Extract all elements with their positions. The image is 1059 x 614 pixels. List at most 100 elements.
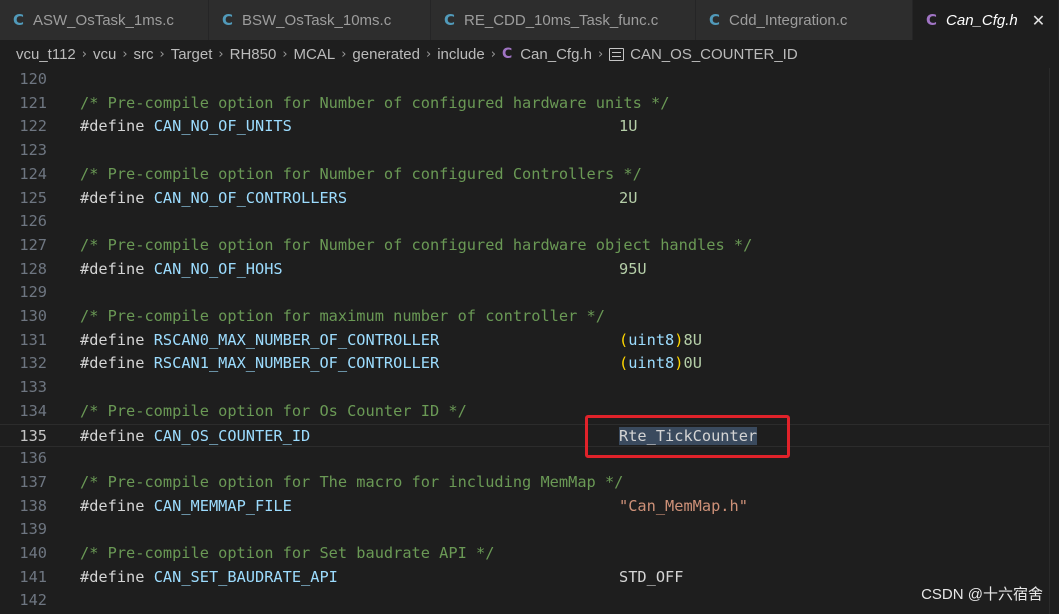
macro-name: CAN_NO_OF_HOHS	[153, 259, 283, 278]
code-line[interactable]: 121 /* Pre-compile option for Number of c…	[0, 92, 1059, 116]
define-directive: #define CAN_SET_BAUDRATE_API	[80, 566, 338, 590]
code-line[interactable]: 128 #define CAN_NO_OF_HOHS 95U	[0, 258, 1059, 282]
define-keyword: #define	[80, 354, 154, 373]
code-line[interactable]: 122 #define CAN_NO_OF_UNITS 1U	[0, 115, 1059, 139]
tab-label: BSW_OsTask_10ms.c	[242, 11, 392, 29]
breadcrumb: vcu_t112 › vcu › src › Target › RH850 › MCAL › gener…	[0, 40, 1059, 68]
line-number: 127	[19, 235, 47, 254]
define-keyword: #define	[80, 426, 154, 445]
red-highlight-box	[585, 415, 790, 458]
define-keyword: #define	[80, 330, 154, 349]
line-number: 132	[19, 354, 47, 373]
chevron-right-icon: ›	[159, 46, 165, 62]
code-line[interactable]: 129	[0, 281, 1059, 305]
breadcrumb-item-src[interactable]: src	[134, 46, 154, 63]
code-line[interactable]: 130 /* Pre-compile option for maximum num…	[0, 305, 1059, 329]
c-file-icon: C	[501, 46, 513, 62]
chevron-right-icon: ›	[341, 46, 347, 62]
line-number: 122	[19, 117, 47, 136]
line-number: 138	[19, 496, 47, 515]
paren-close: )	[674, 330, 684, 349]
code-line[interactable]: 134 /* Pre-compile option for Os Counter …	[0, 400, 1059, 424]
define-directive: #define RSCAN1_MAX_NUMBER_OF_CONTROLLER	[80, 352, 439, 376]
macro-value: (uint8)0U	[619, 352, 702, 376]
paren-open: (	[619, 330, 629, 349]
code-line[interactable]: 137 /* Pre-compile option for The macro f…	[0, 471, 1059, 495]
macro-name: CAN_NO_OF_CONTROLLERS	[153, 188, 348, 207]
code-line[interactable]: 132 #define RSCAN1_MAX_NUMBER_OF_CONTROLL…	[0, 352, 1059, 376]
chevron-right-icon: ›	[81, 46, 87, 62]
code-line[interactable]: 123	[0, 139, 1059, 163]
tab-cdd-integration-c[interactable]: C Cdd_Integration.c	[696, 0, 913, 40]
line-number: 142	[19, 591, 47, 610]
breadcrumb-item-mcal[interactable]: MCAL	[294, 46, 336, 63]
breadcrumb-item-vcu-t112[interactable]: vcu_t112	[16, 46, 76, 63]
code-line[interactable]: 124 /* Pre-compile option for Number of c…	[0, 163, 1059, 187]
tab-re-cdd-10ms-task-func-c[interactable]: C RE_CDD_10ms_Task_func.c	[431, 0, 696, 40]
code-line[interactable]: 135 #define CAN_OS_COUNTER_ID Rte_TickCoun…	[0, 423, 1059, 448]
macro-value: STD_OFF	[619, 566, 683, 590]
breadcrumb-item-symbol[interactable]: CAN_OS_COUNTER_ID	[630, 46, 798, 63]
watermark: CSDN @十六宿舍	[921, 586, 1043, 603]
code-line[interactable]: 142	[0, 589, 1059, 613]
define-directive: #define CAN_NO_OF_UNITS	[80, 115, 292, 139]
symbol-constant-icon	[609, 47, 625, 61]
macro-name: RSCAN0_MAX_NUMBER_OF_CONTROLLER	[153, 330, 440, 349]
chevron-right-icon: ›	[282, 46, 288, 62]
code-line[interactable]: 138 #define CAN_MEMMAP_FILE "Can_MemMap.h"	[0, 495, 1059, 519]
code-line[interactable]: 120	[0, 68, 1059, 92]
tab-label: Can_Cfg.h	[946, 11, 1018, 29]
code-line[interactable]: 127 /* Pre-compile option for Number of c…	[0, 234, 1059, 258]
tab-asw-ostask-1ms-c[interactable]: C ASW_OsTask_1ms.c	[0, 0, 209, 40]
line-number: 128	[19, 259, 47, 278]
macro-value: 1U	[619, 115, 637, 139]
value-text: "Can_MemMap.h"	[619, 496, 748, 515]
breadcrumb-item-target[interactable]: Target	[171, 46, 213, 63]
macro-name: CAN_MEMMAP_FILE	[153, 496, 292, 515]
breadcrumb-item-vcu[interactable]: vcu	[93, 46, 116, 63]
code-comment: /* Pre-compile option for Os Counter ID …	[80, 401, 467, 420]
breadcrumb-item-include[interactable]: include	[437, 46, 485, 63]
chevron-right-icon: ›	[218, 46, 224, 62]
line-number: 126	[19, 212, 47, 231]
define-keyword: #define	[80, 188, 154, 207]
number-literal: 0U	[683, 354, 702, 373]
code-line[interactable]: 140 /* Pre-compile option for Set baudrat…	[0, 542, 1059, 566]
define-directive: #define CAN_NO_OF_HOHS	[80, 258, 283, 282]
code-line[interactable]: 125 #define CAN_NO_OF_CONTROLLERS 2U	[0, 187, 1059, 211]
close-icon[interactable]: ✕	[1032, 11, 1045, 30]
macro-name: CAN_SET_BAUDRATE_API	[153, 567, 338, 586]
value-text: 95U	[619, 259, 647, 278]
code-comment: /* Pre-compile option for The macro for …	[80, 472, 624, 491]
line-number: 140	[19, 544, 47, 562]
code-comment: /* Pre-compile option for Number of conf…	[80, 164, 642, 183]
vertical-scrollbar[interactable]	[1049, 68, 1059, 614]
line-number: 120	[19, 70, 47, 88]
line-number: 121	[19, 93, 47, 112]
tab-bsw-ostask-10ms-c[interactable]: C BSW_OsTask_10ms.c	[209, 0, 431, 40]
code-editor[interactable]: 120 121 /* Pre-compile option for Number o…	[0, 68, 1059, 614]
code-line[interactable]: 141 #define CAN_SET_BAUDRATE_API STD_OFF	[0, 566, 1059, 590]
code-line[interactable]: 136	[0, 447, 1059, 471]
line-number: 135	[19, 426, 47, 445]
value-text: STD_OFF	[619, 567, 684, 586]
line-number: 133	[19, 378, 47, 397]
cast-type: uint8	[628, 330, 675, 349]
breadcrumb-item-file[interactable]: Can_Cfg.h	[520, 46, 592, 63]
paren-open: (	[619, 354, 629, 373]
line-number: 130	[19, 307, 47, 325]
code-line[interactable]: 133	[0, 376, 1059, 400]
tab-label: Cdd_Integration.c	[729, 11, 848, 29]
code-line[interactable]: 139	[0, 518, 1059, 542]
breadcrumb-item-rh850[interactable]: RH850	[230, 46, 277, 63]
line-number: 134	[19, 401, 47, 420]
c-file-icon: C	[222, 11, 234, 29]
code-line[interactable]: 131 #define RSCAN0_MAX_NUMBER_OF_CONTROLL…	[0, 329, 1059, 353]
code-comment: /* Pre-compile option for Set baudrate A…	[80, 544, 495, 562]
macro-value: "Can_MemMap.h"	[619, 495, 748, 519]
code-comment: /* Pre-compile option for maximum number…	[80, 307, 605, 325]
breadcrumb-item-generated[interactable]: generated	[352, 46, 420, 63]
tab-can-cfg-h[interactable]: C Can_Cfg.h ✕	[913, 0, 1059, 40]
code-line[interactable]: 126	[0, 210, 1059, 234]
macro-value: (uint8)8U	[619, 329, 702, 353]
